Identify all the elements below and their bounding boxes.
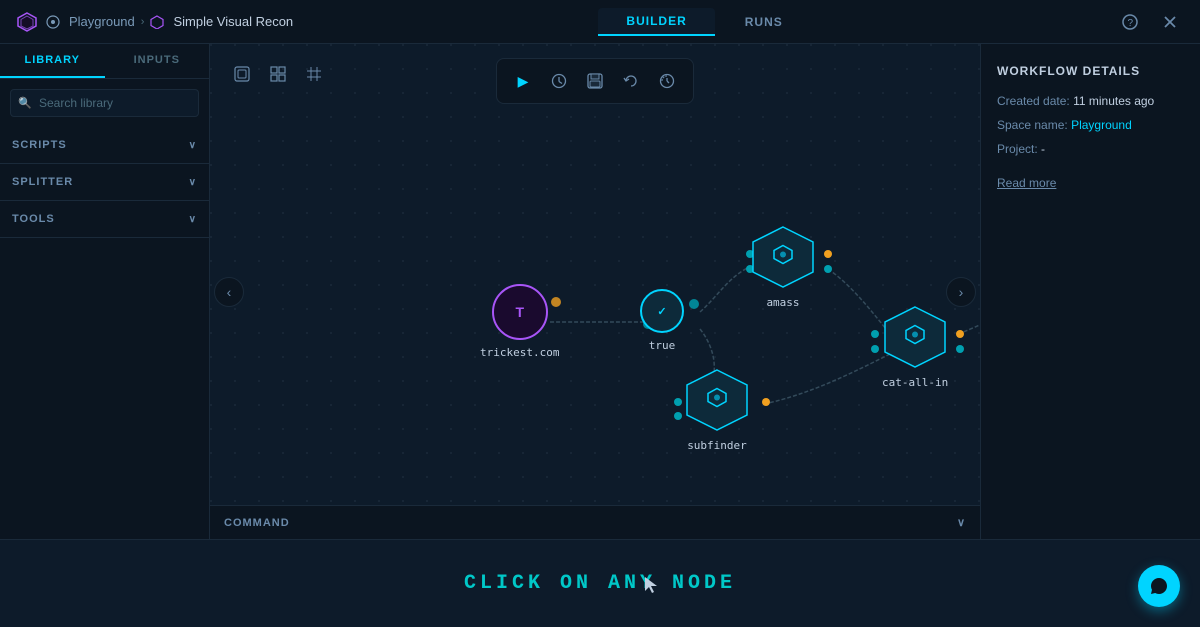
scripts-header[interactable]: SCRIPTS ∨ [12, 135, 197, 155]
details-panel: WORKFLOW DETAILS Created date: 11 minute… [980, 44, 1200, 539]
canvas-area[interactable]: ▶ [210, 44, 980, 539]
search-wrap: 🔍 [10, 89, 199, 117]
canvas-nav-right[interactable]: › [946, 277, 976, 307]
space-value: Playground [1071, 118, 1132, 132]
canvas-nav-left[interactable]: ‹ [214, 277, 244, 307]
sidebar-section-splitter: SPLITTER ∨ [0, 164, 209, 201]
command-bar-expand-icon: ∨ [957, 516, 966, 529]
tools-header[interactable]: TOOLS ∨ [12, 209, 197, 229]
fit-tool-button[interactable] [262, 58, 294, 90]
play-button[interactable]: ▶ [507, 65, 539, 97]
topbar: Playground › Simple Visual Recon BUILDER… [0, 0, 1200, 44]
select-tool-button[interactable] [226, 58, 258, 90]
read-more-link[interactable]: Read more [997, 176, 1184, 190]
trickest-logo [16, 11, 38, 33]
node-amass[interactable]: amass [750, 224, 816, 309]
chat-button[interactable] [1138, 565, 1180, 607]
topbar-tabs: BUILDER RUNS [598, 8, 810, 36]
tab-runs[interactable]: RUNS [717, 8, 811, 36]
splitter-header[interactable]: SPLITTER ∨ [12, 172, 197, 192]
splitter-chevron: ∨ [189, 177, 197, 188]
sidebar-search: 🔍 [0, 79, 209, 127]
breadcrumb-workflow[interactable]: Simple Visual Recon [150, 14, 293, 29]
details-row-space: Space name: Playground [997, 118, 1184, 132]
topbar-right: ? [1116, 8, 1184, 36]
sidebar-tabs: LIBRARY INPUTS [0, 44, 209, 79]
schedule-button[interactable] [543, 65, 575, 97]
canvas-toolbar: ▶ [496, 58, 694, 104]
undo-button[interactable] [615, 65, 647, 97]
main-content: LIBRARY INPUTS 🔍 SCRIPTS ∨ SPLITTER ∨ TO… [0, 44, 1200, 539]
node-cat-all-in[interactable]: cat-all-in [882, 304, 948, 389]
history-button[interactable] [651, 65, 683, 97]
breadcrumb-sep: › [141, 16, 145, 28]
node-subfinder[interactable]: subfinder [684, 367, 750, 452]
node-true[interactable]: ✓ true [640, 289, 684, 352]
node-trickest[interactable]: T trickest.com [480, 284, 559, 359]
breadcrumb-playground[interactable]: Playground [46, 14, 135, 29]
sidebar: LIBRARY INPUTS 🔍 SCRIPTS ∨ SPLITTER ∨ TO… [0, 44, 210, 539]
node-amass-label: amass [766, 296, 799, 309]
sidebar-tab-library[interactable]: LIBRARY [0, 44, 105, 78]
cursor-indicator [644, 576, 658, 599]
search-input[interactable] [10, 89, 199, 117]
node-subfinder-label: subfinder [687, 439, 747, 452]
connections-svg [210, 44, 980, 539]
grid-tool-button[interactable] [298, 58, 330, 90]
help-button[interactable]: ? [1116, 8, 1144, 36]
command-bar[interactable]: COMMAND ∨ [210, 505, 980, 539]
node-trickest-label: trickest.com [480, 346, 559, 359]
node-true-label: true [649, 339, 676, 352]
tools-chevron: ∨ [189, 214, 197, 225]
details-row-created: Created date: 11 minutes ago [997, 94, 1184, 108]
click-node-text: CLICK ON ANY NODE [464, 572, 736, 595]
sidebar-tab-inputs[interactable]: INPUTS [105, 44, 210, 78]
breadcrumb: Playground › Simple Visual Recon [46, 14, 293, 29]
sidebar-section-tools: TOOLS ∨ [0, 201, 209, 238]
close-button[interactable] [1156, 8, 1184, 36]
scripts-chevron: ∨ [189, 140, 197, 151]
bottom-area: CLICK ON ANY NODE [0, 539, 1200, 627]
node-cat-all-in-label: cat-all-in [882, 376, 948, 389]
canvas-toolbar-left [226, 58, 330, 90]
details-title: WORKFLOW DETAILS [997, 64, 1184, 78]
details-row-project: Project: - [997, 142, 1184, 156]
save-button[interactable] [579, 65, 611, 97]
svg-text:?: ? [1128, 18, 1134, 29]
topbar-left: Playground › Simple Visual Recon [16, 11, 293, 33]
sidebar-section-scripts: SCRIPTS ∨ [0, 127, 209, 164]
search-icon: 🔍 [18, 97, 32, 110]
tab-builder[interactable]: BUILDER [598, 8, 714, 36]
